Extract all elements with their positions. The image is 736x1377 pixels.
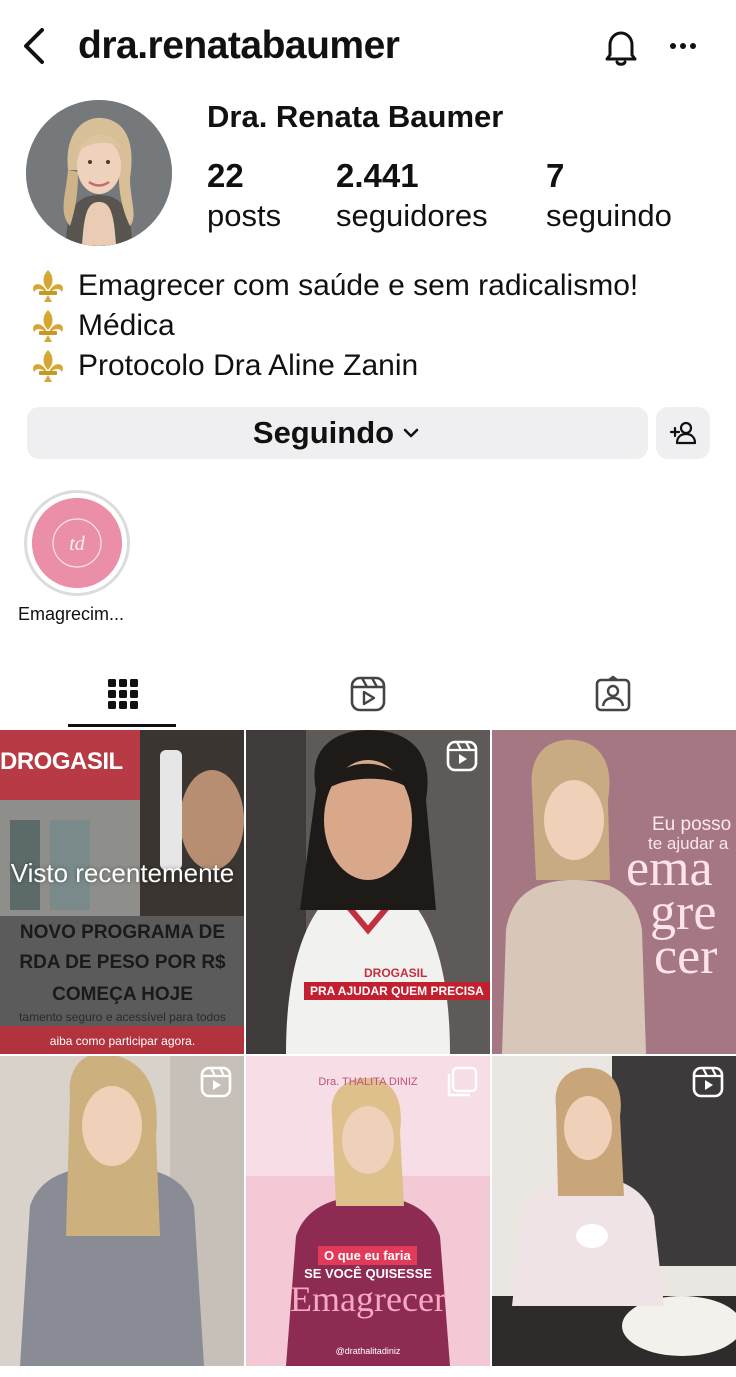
reel-badge-icon [692,1066,724,1098]
more-options-button[interactable] [660,26,706,66]
bio-line: Emagrecer com saúde e sem radicalismo! [28,266,728,306]
post-thumbnail[interactable] [0,1056,244,1366]
more-horizontal-icon [670,43,696,49]
avatar-photo [26,100,172,246]
bio-line: Protocolo Dra Aline Zanin [28,346,728,386]
profile-username: dra.renatabaumer [78,24,400,67]
post-caption: O que eu faria [318,1246,417,1265]
bio-text: Emagrecer com saúde e sem radicalismo! [78,269,639,302]
bio-text: Médica [78,309,175,342]
following-count-value: 7 [546,157,565,194]
profile-full-name: Dra. Renata Baumer [207,99,504,134]
notifications-button[interactable] [598,24,644,70]
suggested-users-button[interactable] [656,407,710,459]
profile-avatar[interactable] [26,100,172,246]
post-thumbnail[interactable]: Dra. THALITA DINIZ O que eu faria SE VOC… [246,1056,490,1366]
post-small-text: tamento seguro e acessível para todos [19,1010,226,1024]
following-count[interactable]: 7 seguindo [546,156,672,236]
tab-grid[interactable] [0,660,245,728]
posts-count: 22 posts [207,156,281,236]
following-button[interactable]: Seguindo [27,407,648,459]
post-brand-text: DROGASIL [364,966,428,980]
bio-line: Médica [28,306,728,346]
following-button-label: Seguindo [252,415,395,450]
profile-bio: Emagrecer com saúde e sem radicalismo! M… [28,266,728,386]
post-thumbnail[interactable]: Eu posso te ajudar a ema gre cer [492,730,736,1054]
post-image [246,730,490,1054]
tagged-user-icon [595,675,630,712]
post-text-line: RDA DE PESO POR R$ [19,952,226,973]
grid-icon [107,679,138,709]
post-thumbnail[interactable]: DROGASIL PRA AJUDAR QUEM PRECISA [246,730,490,1054]
story-highlight[interactable]: td Emagrecim... [18,490,136,625]
chevron-down-icon [403,428,419,438]
reel-badge-icon [200,1066,232,1098]
highlight-ring: td [24,490,130,596]
bell-icon [605,31,637,66]
post-text-line: NOVO PROGRAMA DE [19,922,226,943]
post-thumbnail[interactable]: DROGASIL NOVO PROGRAMA DE RDA DE PESO PO… [0,730,244,1054]
add-user-icon [669,421,697,445]
reels-icon [350,676,385,712]
followers-count[interactable]: 2.441 seguidores [336,156,488,236]
posts-count-value: 22 [207,157,244,194]
tab-reels[interactable] [245,660,490,728]
profile-header: dra.renatabaumer [0,0,736,92]
highlight-cover: td [32,498,122,588]
active-tab-indicator [68,724,176,727]
post-thumbnail[interactable] [492,1056,736,1366]
highlight-label: Emagrecim... [18,604,125,624]
post-big-text: Emagrecer [290,1279,446,1319]
profile-tabs [0,660,736,728]
post-brand-text: DROGASIL [0,748,123,775]
post-handle-text: @drathalitadiniz [335,1346,401,1356]
fleur-de-lis-icon [33,310,63,342]
chevron-left-icon [24,28,44,64]
post-small-text: aiba como participar agora. [49,1034,196,1048]
post-text-line: COMEÇA HOJE [52,984,193,1005]
followers-count-label: seguidores [336,198,488,233]
post-image [492,1056,736,1366]
post-brand-text: Dra. THALITA DINIZ [318,1076,418,1088]
fleur-de-lis-icon [33,270,63,302]
post-text-line: Eu posso [652,814,732,835]
bio-text: Protocolo Dra Aline Zanin [78,349,419,382]
reel-badge-icon [446,740,478,772]
back-button[interactable] [16,22,56,70]
posts-count-label: posts [207,198,282,233]
recently-viewed-overlay: Visto recentemente [10,858,235,888]
following-count-label: seguindo [546,198,672,233]
post-big-text: cer [654,928,718,985]
svg-text:td: td [69,533,86,555]
post-image [0,1056,244,1366]
post-caption: PRA AJUDAR QUEM PRECISA [304,982,490,1000]
followers-count-value: 2.441 [336,157,419,194]
tab-tagged[interactable] [490,660,735,728]
fleur-de-lis-icon [33,350,63,382]
